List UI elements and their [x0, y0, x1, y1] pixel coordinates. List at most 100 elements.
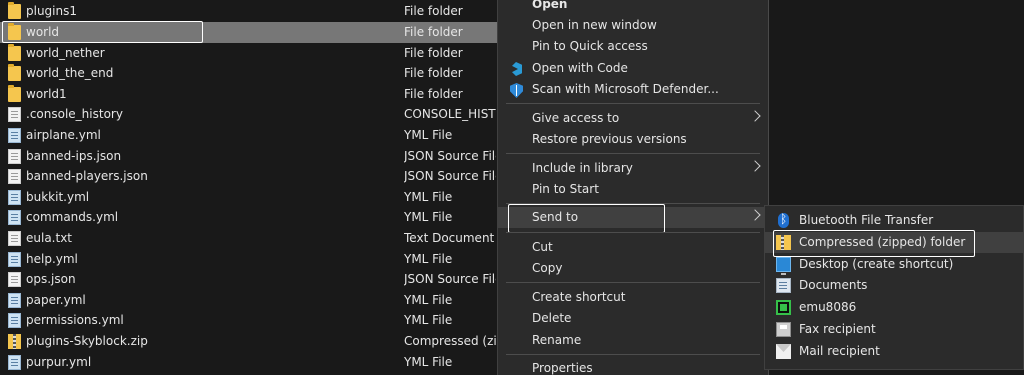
file-row-commands-yml[interactable]: commands.yml YML File — [0, 207, 500, 228]
file-type: File folder — [404, 86, 463, 101]
menu-label: Rename — [532, 333, 582, 347]
file-name: banned-players.json — [26, 169, 148, 184]
menu-cut[interactable]: Cut — [498, 237, 768, 258]
file-type: YML File — [404, 189, 453, 204]
menu-properties[interactable]: Properties — [498, 358, 768, 375]
file-row-banned-ips-json[interactable]: banned-ips.json JSON Source File — [0, 146, 500, 167]
menu-label: Include in library — [532, 161, 633, 175]
sendto-fax[interactable]: Fax recipient — [765, 319, 1023, 340]
file-list: plugins1 File folder world File folder w… — [0, 0, 500, 375]
menu-label: Pin to Quick access — [532, 39, 648, 53]
file-name: plugins-Skyblock.zip — [26, 334, 148, 348]
file-type: YML File — [404, 210, 453, 225]
file-name: eula.txt — [26, 231, 73, 245]
menu-label: Open with Code — [532, 61, 628, 75]
file-row-world-nether[interactable]: world_nether File folder — [0, 43, 500, 64]
mail-envelope-icon — [776, 344, 791, 359]
folder-icon — [8, 2, 21, 19]
menu-scan-defender[interactable]: Scan with Microsoft Defender... — [498, 79, 768, 100]
send-to-submenu: Bluetooth File Transfer Compressed (zipp… — [764, 205, 1024, 370]
sendto-mail[interactable]: Mail recipient — [765, 341, 1023, 362]
menu-create-shortcut[interactable]: Create shortcut — [498, 287, 768, 308]
file-type: File folder — [404, 4, 463, 18]
menu-separator — [506, 282, 760, 283]
sendto-bluetooth[interactable]: Bluetooth File Transfer — [765, 210, 1023, 231]
menu-delete[interactable]: Delete — [498, 308, 768, 329]
file-type: JSON Source File — [404, 169, 496, 184]
file-name: purpur.yml — [26, 354, 92, 369]
file-row-plugins1[interactable]: plugins1 File folder — [0, 1, 500, 22]
desktop-icon — [776, 257, 791, 275]
file-type: CONSOLE_HISTORY — [404, 107, 496, 122]
file-row-world-the-end[interactable]: world_the_end File folder — [0, 63, 500, 84]
file-row-console-history[interactable]: .console_history CONSOLE_HISTORY — [0, 104, 500, 125]
menu-label: Open in new window — [532, 18, 657, 32]
menu-separator — [506, 153, 760, 154]
file-row-paper-yml[interactable]: paper.yml YML File — [0, 290, 500, 311]
menu-label: Delete — [532, 311, 572, 325]
menu-send-to[interactable]: Send to — [498, 207, 768, 228]
sendto-emu8086[interactable]: emu8086 — [765, 297, 1023, 318]
file-row-help-yml[interactable]: help.yml YML File — [0, 249, 500, 270]
fax-icon — [776, 322, 791, 337]
document-icon — [8, 272, 21, 288]
menu-separator — [506, 354, 760, 355]
file-name: commands.yml — [26, 210, 119, 225]
file-name: .console_history — [26, 107, 123, 122]
yml-file-icon — [8, 354, 21, 370]
menu-label: Send to — [532, 210, 579, 224]
file-type: YML File — [404, 354, 453, 369]
menu-label: Properties — [532, 361, 593, 375]
chevron-right-icon — [749, 209, 761, 221]
menu-pin-start[interactable]: Pin to Start — [498, 179, 768, 200]
submenu-label: Documents — [799, 278, 868, 292]
menu-copy[interactable]: Copy — [498, 258, 768, 279]
menu-give-access[interactable]: Give access to — [498, 108, 768, 129]
menu-restore-versions[interactable]: Restore previous versions — [498, 129, 768, 150]
menu-rename[interactable]: Rename — [498, 330, 768, 351]
emu8086-chip-icon — [776, 300, 791, 315]
file-row-bukkit-yml[interactable]: bukkit.yml YML File — [0, 187, 500, 208]
file-row-permissions-yml[interactable]: permissions.yml YML File — [0, 310, 500, 331]
file-row-world1[interactable]: world1 File folder — [0, 84, 500, 105]
menu-open-with-code[interactable]: Open with Code — [498, 58, 768, 79]
folder-icon — [8, 84, 21, 102]
menu-open[interactable]: Open — [498, 0, 768, 15]
file-row-ops-json[interactable]: ops.json JSON Source File — [0, 269, 500, 290]
sendto-compressed-folder[interactable]: Compressed (zipped) folder — [765, 232, 1023, 253]
zip-folder-icon — [776, 235, 791, 250]
file-type: YML File — [404, 251, 453, 266]
file-type: JSON Source File — [404, 148, 496, 163]
file-type: Text Document — [404, 231, 495, 245]
menu-label: Copy — [532, 261, 563, 275]
sendto-desktop[interactable]: Desktop (create shortcut) — [765, 254, 1023, 275]
menu-open-new-window[interactable]: Open in new window — [498, 15, 768, 36]
context-menu: Open Open in new window Pin to Quick acc… — [497, 0, 769, 375]
menu-label: Give access to — [532, 111, 620, 125]
file-name: airplane.yml — [26, 128, 101, 142]
file-row-purpur-yml[interactable]: purpur.yml YML File — [0, 352, 500, 373]
submenu-label: emu8086 — [799, 300, 857, 314]
menu-label: Open — [532, 0, 568, 11]
menu-label: Pin to Start — [532, 182, 599, 196]
file-name: permissions.yml — [26, 313, 124, 328]
file-name: plugins1 — [26, 4, 77, 18]
submenu-label: Mail recipient — [799, 344, 880, 358]
chevron-right-icon — [749, 160, 761, 172]
yml-file-icon — [8, 210, 21, 226]
sendto-documents[interactable]: Documents — [765, 275, 1023, 296]
file-name: bukkit.yml — [26, 189, 90, 204]
folder-icon — [8, 23, 21, 40]
file-type: YML File — [404, 313, 453, 328]
menu-include-library[interactable]: Include in library — [498, 158, 768, 179]
defender-shield-icon — [508, 82, 524, 98]
submenu-label: Compressed (zipped) folder — [799, 235, 966, 249]
file-row-eula-txt[interactable]: eula.txt Text Document — [0, 228, 500, 249]
file-row-banned-players-json[interactable]: banned-players.json JSON Source File — [0, 166, 500, 187]
file-type: File folder — [404, 45, 463, 60]
file-row-airplane-yml[interactable]: airplane.yml YML File — [0, 125, 500, 146]
file-row-world[interactable]: world File folder — [0, 22, 500, 43]
menu-pin-quick-access[interactable]: Pin to Quick access — [498, 36, 768, 57]
file-row-plugins-skyblock-zip[interactable]: plugins-Skyblock.zip Compressed (zipped) — [0, 331, 500, 352]
vscode-icon — [508, 61, 524, 77]
